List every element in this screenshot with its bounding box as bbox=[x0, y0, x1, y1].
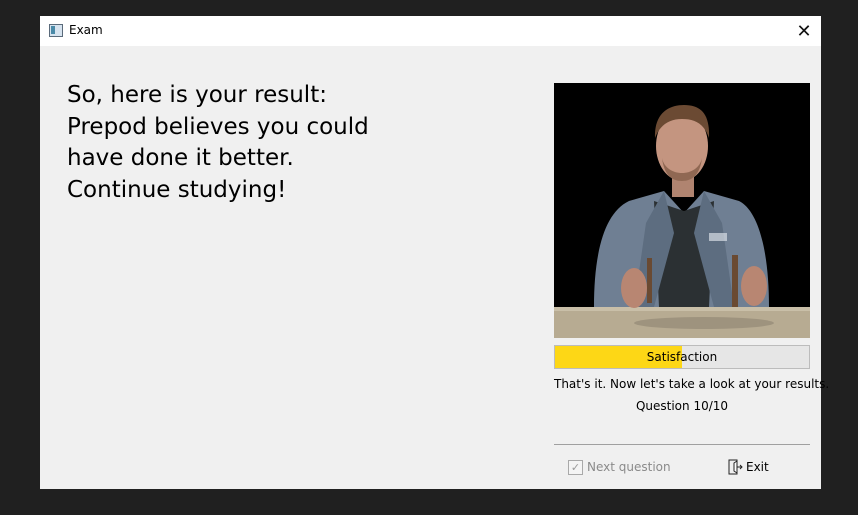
result-line: Prepod believes you could bbox=[67, 113, 369, 140]
question-counter: Question 10/10 bbox=[635, 399, 729, 413]
result-line: So, here is your result: bbox=[67, 82, 327, 108]
exit-label: Exit bbox=[746, 460, 769, 474]
next-question-button[interactable]: ✓ Next question bbox=[568, 458, 671, 476]
result-message: So, here is your result: Prepod believes… bbox=[67, 80, 387, 206]
next-question-label: Next question bbox=[587, 460, 671, 474]
status-text: That's it. Now let's take a look at your… bbox=[554, 377, 830, 391]
satisfaction-meter: Satisfaction bbox=[554, 345, 810, 369]
examiner-video bbox=[554, 83, 810, 338]
satisfaction-label: Satisfaction bbox=[646, 350, 718, 364]
close-button[interactable]: ✕ bbox=[787, 16, 821, 46]
result-line: have done it better. bbox=[67, 145, 294, 171]
examiner-avatar-image bbox=[554, 83, 810, 338]
divider bbox=[554, 444, 810, 445]
title-bar[interactable]: Exam ✕ bbox=[40, 16, 821, 46]
window-title: Exam bbox=[69, 23, 103, 37]
exam-window: Exam ✕ So, here is your result: Prepod b… bbox=[40, 16, 830, 489]
app-icon bbox=[49, 24, 63, 37]
close-icon: ✕ bbox=[796, 20, 812, 42]
exit-button[interactable]: Exit bbox=[727, 458, 769, 476]
result-line: Continue studying! bbox=[67, 176, 287, 203]
exit-door-icon bbox=[728, 459, 743, 475]
checkmark-icon: ✓ bbox=[568, 459, 583, 475]
